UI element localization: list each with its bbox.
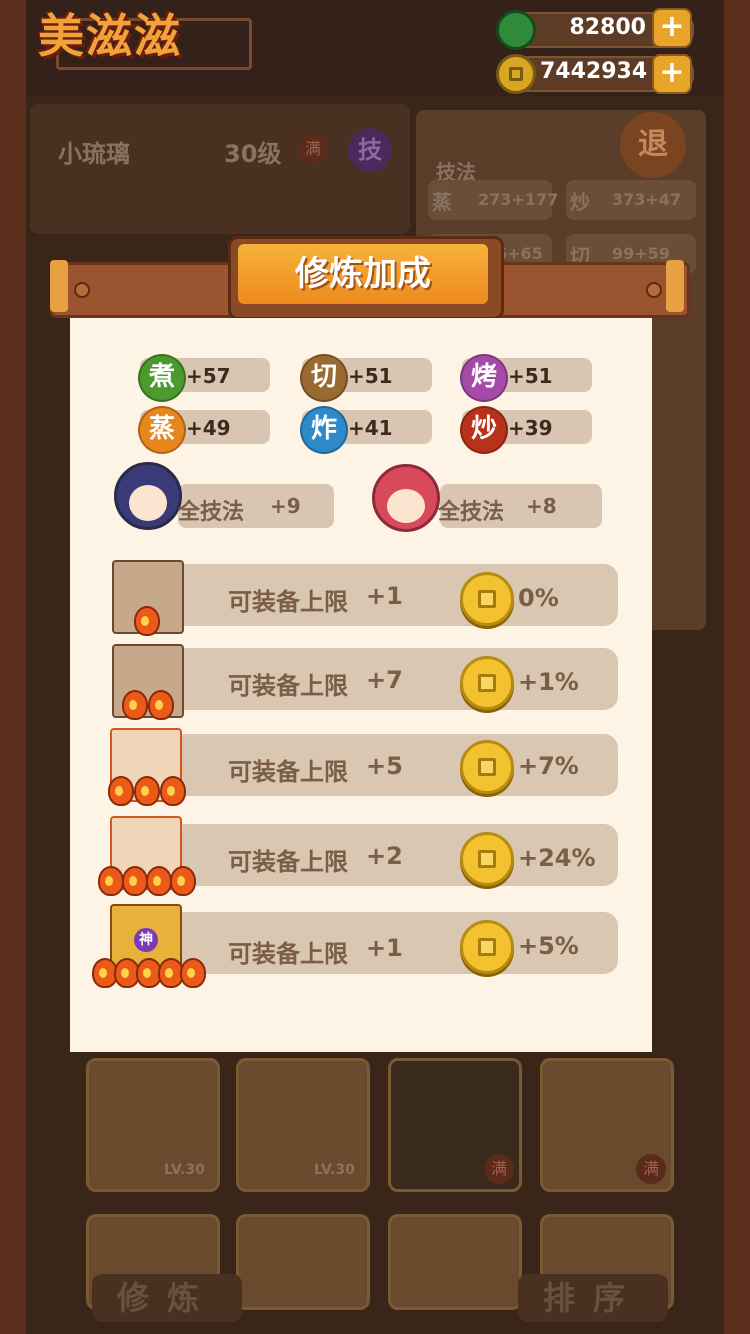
coin-icon — [460, 656, 514, 710]
equip-limit-value: +7 — [366, 666, 403, 694]
bg-skill-value: 273+177 — [478, 190, 559, 209]
cut-skill-icon: 切 — [300, 354, 348, 402]
add-coin-button[interactable]: + — [652, 54, 692, 94]
card-level: LV.30 — [314, 1162, 355, 1178]
modal-title: 修炼加成 — [238, 244, 488, 304]
fire-icon — [146, 866, 172, 896]
coin-icon — [460, 832, 514, 886]
coin-amount: 7442934 — [540, 59, 648, 84]
card-level: LV.30 — [164, 1162, 205, 1178]
chef-bonus-value: +9 — [270, 494, 301, 518]
card-full-badge: 满 — [484, 1154, 514, 1184]
card-full-badge: 满 — [636, 1154, 666, 1184]
bg-skill-icon: 蒸 — [432, 190, 452, 214]
bg-skill-icon: 炒 — [570, 190, 590, 214]
game-logo: 美滋滋 — [38, 9, 182, 63]
equip-limit-label: 可装备上限 — [228, 758, 348, 786]
fire-icon — [180, 958, 206, 988]
coin-icon — [496, 54, 536, 94]
male-chef-avatar — [114, 462, 182, 530]
fire-icon — [170, 866, 196, 896]
coin-icon — [460, 740, 514, 794]
skill-bonus-value: +41 — [348, 416, 393, 440]
fire-icon — [148, 690, 174, 720]
chef-card[interactable] — [236, 1214, 370, 1310]
exit-button[interactable]: 退 — [620, 112, 686, 178]
equip-limit-value: +5 — [366, 752, 403, 780]
skill-bonus-value: +39 — [508, 416, 553, 440]
chef-info-panel — [30, 104, 410, 234]
skill-bonus-value: +51 — [348, 364, 393, 388]
fire-icon — [160, 776, 186, 806]
jade-amount: 82800 — [569, 15, 646, 40]
equip-limit-value: +1 — [366, 582, 403, 610]
board-nail — [646, 282, 662, 298]
board-nail — [74, 282, 90, 298]
equip-limit-value: +2 — [366, 842, 403, 870]
bg-skill-value: 99+59 — [612, 244, 670, 263]
coin-icon — [460, 572, 514, 626]
equip-limit-label: 可装备上限 — [228, 588, 348, 616]
left-frame — [0, 0, 26, 1334]
fire-icon — [122, 690, 148, 720]
skill-button[interactable]: 技 — [348, 128, 392, 172]
chef-level: 30级 — [224, 140, 282, 168]
divine-badge: 神 — [134, 928, 158, 952]
coin-bonus-percent: +5% — [518, 932, 579, 960]
equip-limit-label: 可装备上限 — [228, 672, 348, 700]
skill-bonus-value: +51 — [508, 364, 553, 388]
chef-bonus-value: +8 — [526, 494, 557, 518]
coin-bonus-percent: +1% — [518, 668, 579, 696]
fry-skill-icon: 炸 — [300, 406, 348, 454]
add-jade-button[interactable]: + — [652, 8, 692, 48]
female-chef-avatar — [372, 464, 440, 532]
coin-bonus-percent: 0% — [518, 584, 559, 612]
equip-limit-value: +1 — [366, 934, 403, 962]
coin-bonus-percent: +7% — [518, 752, 579, 780]
coin-bonus-percent: +24% — [518, 844, 596, 872]
chef-bonus-label: 全技法 — [178, 500, 245, 525]
fire-icon — [98, 866, 124, 896]
coin-icon — [460, 920, 514, 974]
jade-icon — [496, 10, 536, 50]
chef-bonus-label: 全技法 — [438, 500, 505, 525]
skill-bonus-value: +49 — [186, 416, 231, 440]
chef-name: 小琉璃 — [58, 140, 130, 168]
bg-skill-value: 373+47 — [612, 190, 682, 209]
stirfry-skill-icon: 炒 — [460, 406, 508, 454]
skill-bonus-value: +57 — [186, 364, 231, 388]
sort-button[interactable]: 排序 — [518, 1274, 668, 1322]
full-level-badge: 满 — [298, 134, 328, 164]
equip-limit-label: 可装备上限 — [228, 848, 348, 876]
fire-icon — [134, 776, 160, 806]
board-cap-right — [666, 260, 684, 312]
fire-icon — [134, 606, 160, 636]
cultivate-button[interactable]: 修炼 — [92, 1274, 242, 1322]
board-cap-left — [50, 260, 68, 312]
steam-skill-icon: 蒸 — [138, 406, 186, 454]
equip-limit-label: 可装备上限 — [228, 940, 348, 968]
roast-skill-icon: 烤 — [460, 354, 508, 402]
fire-icon — [122, 866, 148, 896]
right-frame — [724, 0, 750, 1334]
boil-skill-icon: 煮 — [138, 354, 186, 402]
chef-card[interactable] — [388, 1214, 522, 1310]
fire-icon — [108, 776, 134, 806]
